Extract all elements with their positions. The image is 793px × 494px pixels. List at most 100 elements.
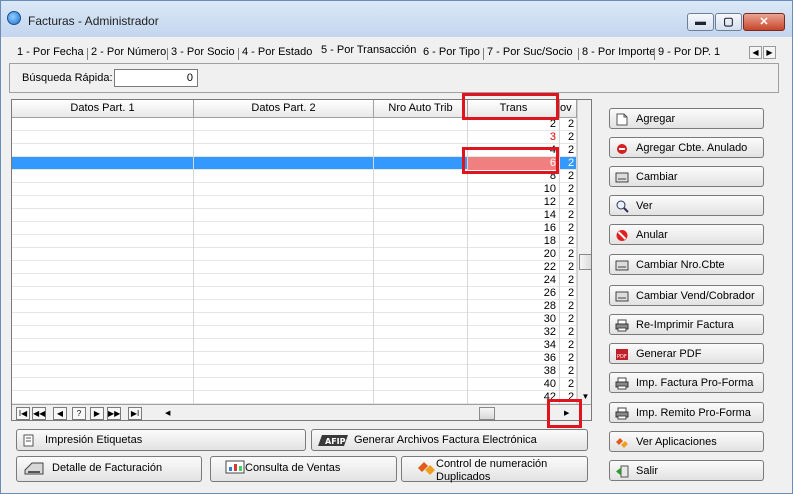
side-button-cambiar[interactable]: Cambiar xyxy=(609,166,764,187)
table-cell[interactable] xyxy=(12,183,194,196)
prov-cell[interactable]: 2 xyxy=(568,248,577,261)
prov-cell[interactable]: 2 xyxy=(568,313,577,326)
tab-por-socio[interactable]: 3 - Por Socio xyxy=(171,46,235,58)
table-cell[interactable] xyxy=(12,326,194,339)
control-numeracion-button[interactable]: Control de numeración Duplicados xyxy=(401,456,588,483)
prov-cell[interactable]: 2 xyxy=(568,261,577,274)
table-cell[interactable] xyxy=(374,326,468,339)
trans-cell[interactable]: 20 xyxy=(468,248,556,261)
vertical-scroll-thumb[interactable] xyxy=(579,254,591,270)
table-cell[interactable] xyxy=(194,365,374,378)
side-button-ver-aplicaciones[interactable]: Ver Aplicaciones xyxy=(609,431,764,452)
table-cell[interactable] xyxy=(374,261,468,274)
trans-cell[interactable]: 22 xyxy=(468,261,556,274)
table-cell[interactable] xyxy=(194,183,374,196)
table-cell[interactable] xyxy=(374,300,468,313)
tab-por-dp1[interactable]: 9 - Por DP. 1 xyxy=(658,46,720,58)
table-cell[interactable] xyxy=(12,222,194,235)
table-row[interactable]: 32 2 xyxy=(12,326,577,339)
table-cell[interactable] xyxy=(12,209,194,222)
trans-cell[interactable]: 12 xyxy=(468,196,556,209)
trans-cell[interactable]: 38 xyxy=(468,365,556,378)
table-cell[interactable] xyxy=(374,274,468,287)
trans-cell[interactable]: 36 xyxy=(468,352,556,365)
table-cell[interactable] xyxy=(374,209,468,222)
prov-cell[interactable]: 2 xyxy=(568,287,577,300)
table-cell[interactable] xyxy=(12,248,194,261)
trans-cell[interactable]: 32 xyxy=(468,326,556,339)
tab-por-estado[interactable]: 4 - Por Estado xyxy=(242,46,312,58)
table-cell[interactable] xyxy=(374,222,468,235)
minimize-button[interactable]: ▬ xyxy=(687,13,714,31)
side-button-cambiar-nro-cbte[interactable]: Cambiar Nro.Cbte xyxy=(609,254,764,275)
table-row[interactable]: 28 2 xyxy=(12,300,577,313)
prov-cell[interactable]: 2 xyxy=(568,157,577,170)
table-cell[interactable] xyxy=(194,144,374,157)
table-cell[interactable] xyxy=(374,131,468,144)
prov-cell[interactable]: 2 xyxy=(568,326,577,339)
table-row[interactable]: 38 2 xyxy=(12,365,577,378)
last-record-button[interactable]: ▶I xyxy=(128,407,142,420)
table-cell[interactable] xyxy=(374,196,468,209)
table-cell[interactable] xyxy=(12,261,194,274)
table-cell[interactable] xyxy=(194,352,374,365)
table-cell[interactable] xyxy=(194,170,374,183)
table-cell[interactable] xyxy=(194,235,374,248)
prov-cell[interactable]: 2 xyxy=(568,274,577,287)
prov-cell[interactable]: 2 xyxy=(568,183,577,196)
table-cell[interactable] xyxy=(12,300,194,313)
quick-search-input[interactable]: 0 xyxy=(114,69,198,87)
table-cell[interactable] xyxy=(194,157,374,170)
table-cell[interactable] xyxy=(374,378,468,391)
table-cell[interactable] xyxy=(12,196,194,209)
scroll-left-arrow-icon[interactable]: ◀ xyxy=(165,407,170,420)
table-cell[interactable] xyxy=(374,313,468,326)
table-cell[interactable] xyxy=(194,248,374,261)
vertical-scrollbar[interactable]: ▼ xyxy=(577,100,591,404)
trans-cell[interactable]: 16 xyxy=(468,222,556,235)
trans-cell[interactable]: 40 xyxy=(468,378,556,391)
table-row[interactable]: 34 2 xyxy=(12,339,577,352)
trans-cell[interactable]: 26 xyxy=(468,287,556,300)
help-button[interactable]: ? xyxy=(72,407,86,420)
table-row[interactable]: 16 2 xyxy=(12,222,577,235)
detalle-facturacion-button[interactable]: Detalle de Facturación xyxy=(16,456,202,482)
next-page-button[interactable]: ▶▶ xyxy=(107,407,121,420)
table-cell[interactable] xyxy=(374,287,468,300)
table-cell[interactable] xyxy=(194,222,374,235)
table-cell[interactable] xyxy=(374,365,468,378)
prov-cell[interactable]: 2 xyxy=(568,131,577,144)
table-cell[interactable] xyxy=(12,378,194,391)
trans-cell[interactable]: 24 xyxy=(468,274,556,287)
table-cell[interactable] xyxy=(12,352,194,365)
prov-cell[interactable]: 2 xyxy=(568,196,577,209)
table-cell[interactable] xyxy=(194,391,374,404)
tab-por-importe[interactable]: 8 - Por Importe xyxy=(582,46,655,58)
side-button-generar-pdf[interactable]: PDF Generar PDF xyxy=(609,343,764,364)
table-row[interactable]: 32 xyxy=(12,131,577,144)
table-cell[interactable] xyxy=(12,235,194,248)
tab-por-suc-socio[interactable]: 7 - Por Suc/Socio xyxy=(487,46,573,58)
previous-record-button[interactable]: ◀ xyxy=(53,407,67,420)
tab-por-fecha[interactable]: 1 - Por Fecha xyxy=(17,46,84,58)
column-header-datos-part-1[interactable]: Datos Part. 1 xyxy=(12,100,194,118)
column-header-prov[interactable]: ov xyxy=(560,100,577,118)
prov-cell[interactable]: 2 xyxy=(568,339,577,352)
column-header-nro-auto-trib[interactable]: Nro Auto Trib xyxy=(374,100,468,118)
table-cell[interactable] xyxy=(374,157,468,170)
table-cell[interactable] xyxy=(194,261,374,274)
consulta-ventas-button[interactable]: Consulta de Ventas xyxy=(210,456,397,482)
table-cell[interactable] xyxy=(374,118,468,131)
table-cell[interactable] xyxy=(12,157,194,170)
table-cell[interactable] xyxy=(374,339,468,352)
table-cell[interactable] xyxy=(12,118,194,131)
table-cell[interactable] xyxy=(374,391,468,404)
table-row[interactable]: 24 2 xyxy=(12,274,577,287)
side-button-imp-factura-pro-forma[interactable]: Imp. Factura Pro-Forma xyxy=(609,372,764,393)
prov-cell[interactable]: 2 xyxy=(568,300,577,313)
side-button-agregar[interactable]: Agregar xyxy=(609,108,764,129)
table-cell[interactable] xyxy=(12,144,194,157)
table-cell[interactable] xyxy=(194,378,374,391)
table-cell[interactable] xyxy=(194,274,374,287)
table-cell[interactable] xyxy=(12,391,194,404)
